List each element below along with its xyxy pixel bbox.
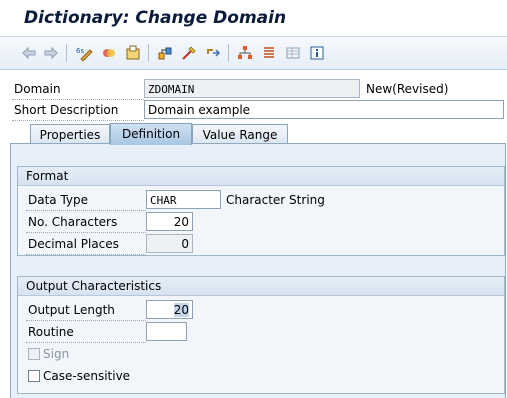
case-sensitive-checkbox[interactable] bbox=[28, 370, 40, 382]
other-object-icon[interactable] bbox=[100, 44, 118, 62]
sign-label: Sign bbox=[43, 347, 70, 361]
data-type-input[interactable]: CHAR bbox=[146, 190, 221, 209]
definition-tab-panel: Format Data Type CHAR Character String N… bbox=[10, 143, 506, 398]
svg-text:6s: 6s bbox=[76, 47, 84, 55]
info-icon[interactable] bbox=[308, 44, 326, 62]
check-icon[interactable] bbox=[156, 44, 174, 62]
documentation-icon[interactable] bbox=[260, 44, 278, 62]
forward-arrow-icon[interactable] bbox=[42, 44, 60, 62]
display-change-toggle-icon[interactable]: 6s bbox=[76, 44, 94, 62]
tab-definition[interactable]: Definition bbox=[110, 123, 192, 145]
sign-checkbox[interactable] bbox=[28, 348, 40, 360]
domain-label: Domain bbox=[12, 80, 144, 100]
routine-label: Routine bbox=[26, 323, 146, 343]
output-characteristics-title: Output Characteristics bbox=[18, 277, 504, 296]
no-characters-input[interactable]: 20 bbox=[146, 212, 193, 231]
hierarchy-icon[interactable] bbox=[236, 44, 254, 62]
output-characteristics-group: Output Characteristics Output Length 20 … bbox=[17, 276, 505, 394]
output-length-input[interactable]: 20 bbox=[146, 300, 193, 319]
tab-properties[interactable]: Properties bbox=[30, 124, 110, 144]
no-characters-label: No. Characters bbox=[26, 213, 146, 233]
output-length-label: Output Length bbox=[26, 301, 146, 321]
toolbar-separator bbox=[66, 44, 67, 62]
decimal-places-label: Decimal Places bbox=[26, 235, 146, 255]
domain-field[interactable]: ZDOMAIN bbox=[144, 79, 360, 98]
tab-strip: Properties Definition Value Range bbox=[0, 122, 507, 145]
table-icon[interactable] bbox=[284, 44, 302, 62]
decimal-places-input[interactable]: 0 bbox=[146, 234, 193, 253]
window-title: Dictionary: Change Domain bbox=[24, 8, 287, 28]
routine-input[interactable] bbox=[146, 322, 187, 341]
output-length-value: 20 bbox=[173, 303, 189, 317]
title-bar: Dictionary: Change Domain bbox=[0, 0, 507, 36]
application-toolbar: 6s bbox=[0, 36, 507, 70]
back-arrow-icon[interactable] bbox=[20, 44, 38, 62]
short-description-input[interactable]: Domain example bbox=[144, 100, 504, 119]
toolbar-separator bbox=[148, 44, 149, 62]
data-type-label: Data Type bbox=[26, 191, 146, 211]
tab-value-range[interactable]: Value Range bbox=[192, 124, 288, 144]
case-sensitive-label: Case-sensitive bbox=[43, 369, 131, 383]
where-used-icon[interactable] bbox=[180, 44, 198, 62]
data-type-description: Character String bbox=[226, 193, 325, 207]
domain-status: New(Revised) bbox=[366, 82, 449, 96]
move-icon[interactable] bbox=[204, 44, 222, 62]
format-group: Format Data Type CHAR Character String N… bbox=[17, 166, 505, 256]
activate-icon[interactable] bbox=[124, 44, 142, 62]
format-group-title: Format bbox=[18, 167, 504, 186]
short-description-label: Short Description bbox=[12, 101, 144, 121]
sap-window: Dictionary: Change Domain 6s Domain ZDOM… bbox=[0, 0, 507, 398]
toolbar-separator bbox=[228, 44, 229, 62]
